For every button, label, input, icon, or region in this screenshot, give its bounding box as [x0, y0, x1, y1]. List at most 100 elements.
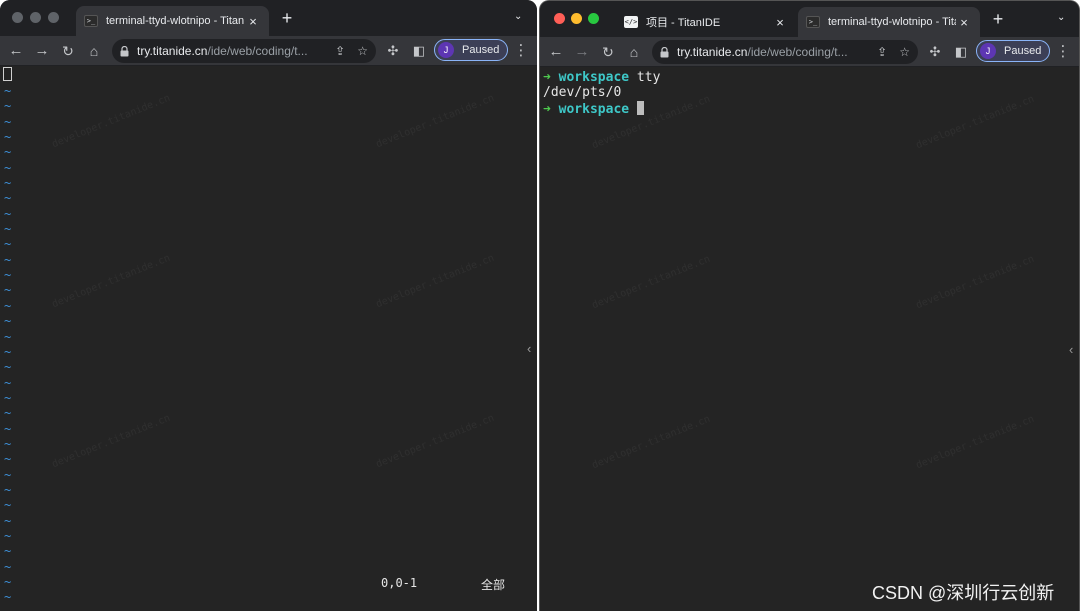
- avatar: J: [980, 43, 996, 59]
- terminal-icon: >_: [84, 15, 98, 27]
- vim-tilde-line: ~: [4, 559, 12, 574]
- share-icon[interactable]: ⇪: [877, 45, 887, 59]
- tab-close-button[interactable]: ×: [772, 15, 788, 30]
- vim-terminal[interactable]: ~ ~ ~ ~ ~ ~ ~ ~ ~ ~ ~ ~ ~ ~ ~ ~ ~ ~ ~ ~ ~ ~ ~ ~ ~ ~ ~ ~ ~ ~ ~ ~ ~ ~ 0,0-1…: [0, 66, 537, 611]
- vim-cursor: [3, 67, 12, 81]
- vim-empty-lines: ~ ~ ~ ~ ~ ~ ~ ~ ~ ~ ~ ~ ~ ~ ~ ~ ~ ~ ~ ~ ~ ~ ~ ~ ~ ~ ~ ~ ~ ~ ~ ~ ~ ~: [4, 84, 11, 606]
- terminal-cursor: [636, 101, 644, 115]
- prompt-arrow-icon: ➜: [543, 70, 551, 85]
- lock-icon: [660, 46, 669, 58]
- vim-tilde-line: ~: [4, 590, 12, 605]
- extensions-puzzle-icon[interactable]: ✣: [925, 42, 945, 62]
- home-icon[interactable]: ⌂: [624, 42, 644, 62]
- minimize-window-button[interactable]: [571, 13, 582, 24]
- vim-tilde-line: ~: [4, 528, 12, 543]
- vim-tilde-line: ~: [4, 268, 12, 283]
- url-host: try.titanide.cn: [137, 44, 208, 58]
- back-arrow-icon[interactable]: ←: [546, 42, 566, 62]
- left-tab-strip: >_ terminal-ttyd-wlotnipo - TitanIDE × +…: [0, 0, 537, 36]
- collapse-chevron-icon[interactable]: ‹: [527, 341, 531, 356]
- vim-tilde-line: ~: [4, 329, 12, 344]
- terminal-icon: >_: [806, 16, 820, 28]
- tab-terminal[interactable]: >_ terminal-ttyd-wlotnipo - TitanIDE ×: [798, 7, 980, 37]
- vim-tilde-line: ~: [4, 375, 12, 390]
- tab-search-button[interactable]: ⌄: [514, 11, 522, 22]
- watermark: developer.titanide.cn: [590, 413, 712, 472]
- maximize-window-button[interactable]: [48, 12, 59, 23]
- prompt-arrow-icon: ➜: [543, 102, 551, 117]
- tab-title: terminal-ttyd-wlotnipo - TitanIDE: [828, 16, 956, 28]
- prompt-directory: workspace: [558, 102, 630, 117]
- terminal-line: ➜ workspace: [543, 101, 644, 117]
- close-window-button[interactable]: [554, 13, 565, 24]
- bookmark-star-icon[interactable]: ☆: [899, 45, 910, 59]
- vim-tilde-line: ~: [4, 176, 12, 191]
- vim-tilde-line: ~: [4, 298, 12, 313]
- right-toolbar: ← → ↻ ⌂ try.titanide.cn /ide/web/coding/…: [540, 37, 1079, 67]
- tab-title: terminal-ttyd-wlotnipo - TitanIDE: [106, 15, 245, 27]
- tab-close-button[interactable]: ×: [956, 15, 972, 30]
- vim-tilde-line: ~: [4, 130, 12, 145]
- kebab-menu-icon[interactable]: ⋮: [1053, 42, 1073, 62]
- reload-icon[interactable]: ↻: [58, 41, 78, 61]
- terminal-output: /dev/pts/0: [543, 85, 622, 100]
- maximize-window-button[interactable]: [588, 13, 599, 24]
- vim-tilde-line: ~: [4, 498, 12, 513]
- vim-tilde-line: ~: [4, 360, 12, 375]
- side-panel-icon[interactable]: ◧: [951, 42, 971, 62]
- profile-button[interactable]: J Paused: [976, 40, 1051, 62]
- new-tab-button[interactable]: +: [988, 9, 1008, 30]
- shell-terminal[interactable]: ➜ workspace tty /dev/pts/0 ➜ workspace d…: [540, 67, 1079, 611]
- vim-tilde-line: ~: [4, 513, 12, 528]
- bookmark-star-icon[interactable]: ☆: [357, 44, 368, 58]
- kebab-menu-icon[interactable]: ⋮: [511, 41, 531, 61]
- url-host: try.titanide.cn: [677, 45, 748, 59]
- tab-search-button[interactable]: ⌄: [1057, 12, 1065, 23]
- vim-tilde-line: ~: [4, 406, 12, 421]
- lock-icon: [120, 45, 129, 57]
- collapse-chevron-icon[interactable]: ‹: [1069, 342, 1073, 357]
- back-arrow-icon[interactable]: ←: [6, 41, 26, 61]
- vim-tilde-line: ~: [4, 191, 12, 206]
- tab-terminal[interactable]: >_ terminal-ttyd-wlotnipo - TitanIDE ×: [76, 6, 269, 36]
- watermark: developer.titanide.cn: [50, 252, 172, 311]
- vim-tilde-line: ~: [4, 575, 12, 589]
- tab-close-button[interactable]: ×: [245, 14, 261, 29]
- watermark: developer.titanide.cn: [914, 413, 1036, 472]
- new-tab-button[interactable]: +: [277, 8, 297, 29]
- watermark: developer.titanide.cn: [374, 412, 496, 471]
- vim-tilde-line: ~: [4, 344, 12, 359]
- profile-status: Paused: [1004, 45, 1042, 57]
- vim-tilde-line: ~: [4, 237, 12, 252]
- code-brackets-icon: </>: [624, 16, 638, 28]
- tab-project[interactable]: </> 项目 - TitanIDE ×: [616, 7, 796, 37]
- profile-button[interactable]: J Paused: [434, 39, 509, 61]
- terminal-line: ➜ workspace tty: [543, 70, 660, 85]
- vim-tilde-line: ~: [4, 482, 12, 497]
- vim-tilde-line: ~: [4, 452, 12, 467]
- vim-tilde-line: ~: [4, 467, 12, 482]
- watermark: developer.titanide.cn: [914, 93, 1036, 152]
- vim-tilde-line: ~: [4, 252, 12, 267]
- vim-tilde-line: ~: [4, 314, 12, 329]
- vim-tilde-line: ~: [4, 222, 12, 237]
- vim-tilde-line: ~: [4, 436, 12, 451]
- minimize-window-button[interactable]: [30, 12, 41, 23]
- url-path: /ide/web/coding/t...: [207, 44, 308, 58]
- close-window-button[interactable]: [12, 12, 23, 23]
- vim-tilde-line: ~: [4, 421, 12, 436]
- tab-title: 项目 - TitanIDE: [646, 17, 721, 29]
- share-icon[interactable]: ⇪: [335, 44, 345, 58]
- url-path: /ide/web/coding/t...: [747, 45, 848, 59]
- forward-arrow-icon[interactable]: →: [572, 42, 592, 62]
- extensions-puzzle-icon[interactable]: ✣: [383, 41, 403, 61]
- home-icon[interactable]: ⌂: [84, 41, 104, 61]
- forward-arrow-icon[interactable]: →: [32, 41, 52, 61]
- address-bar[interactable]: try.titanide.cn /ide/web/coding/t... ⇪ ☆: [652, 40, 918, 64]
- csdn-watermark: CSDN @深圳行云创新: [872, 583, 1055, 603]
- side-panel-icon[interactable]: ◧: [409, 41, 429, 61]
- avatar: J: [438, 42, 454, 58]
- prompt-directory: workspace: [558, 70, 630, 85]
- reload-icon[interactable]: ↻: [598, 42, 618, 62]
- address-bar[interactable]: try.titanide.cn /ide/web/coding/t... ⇪ ☆: [112, 39, 376, 63]
